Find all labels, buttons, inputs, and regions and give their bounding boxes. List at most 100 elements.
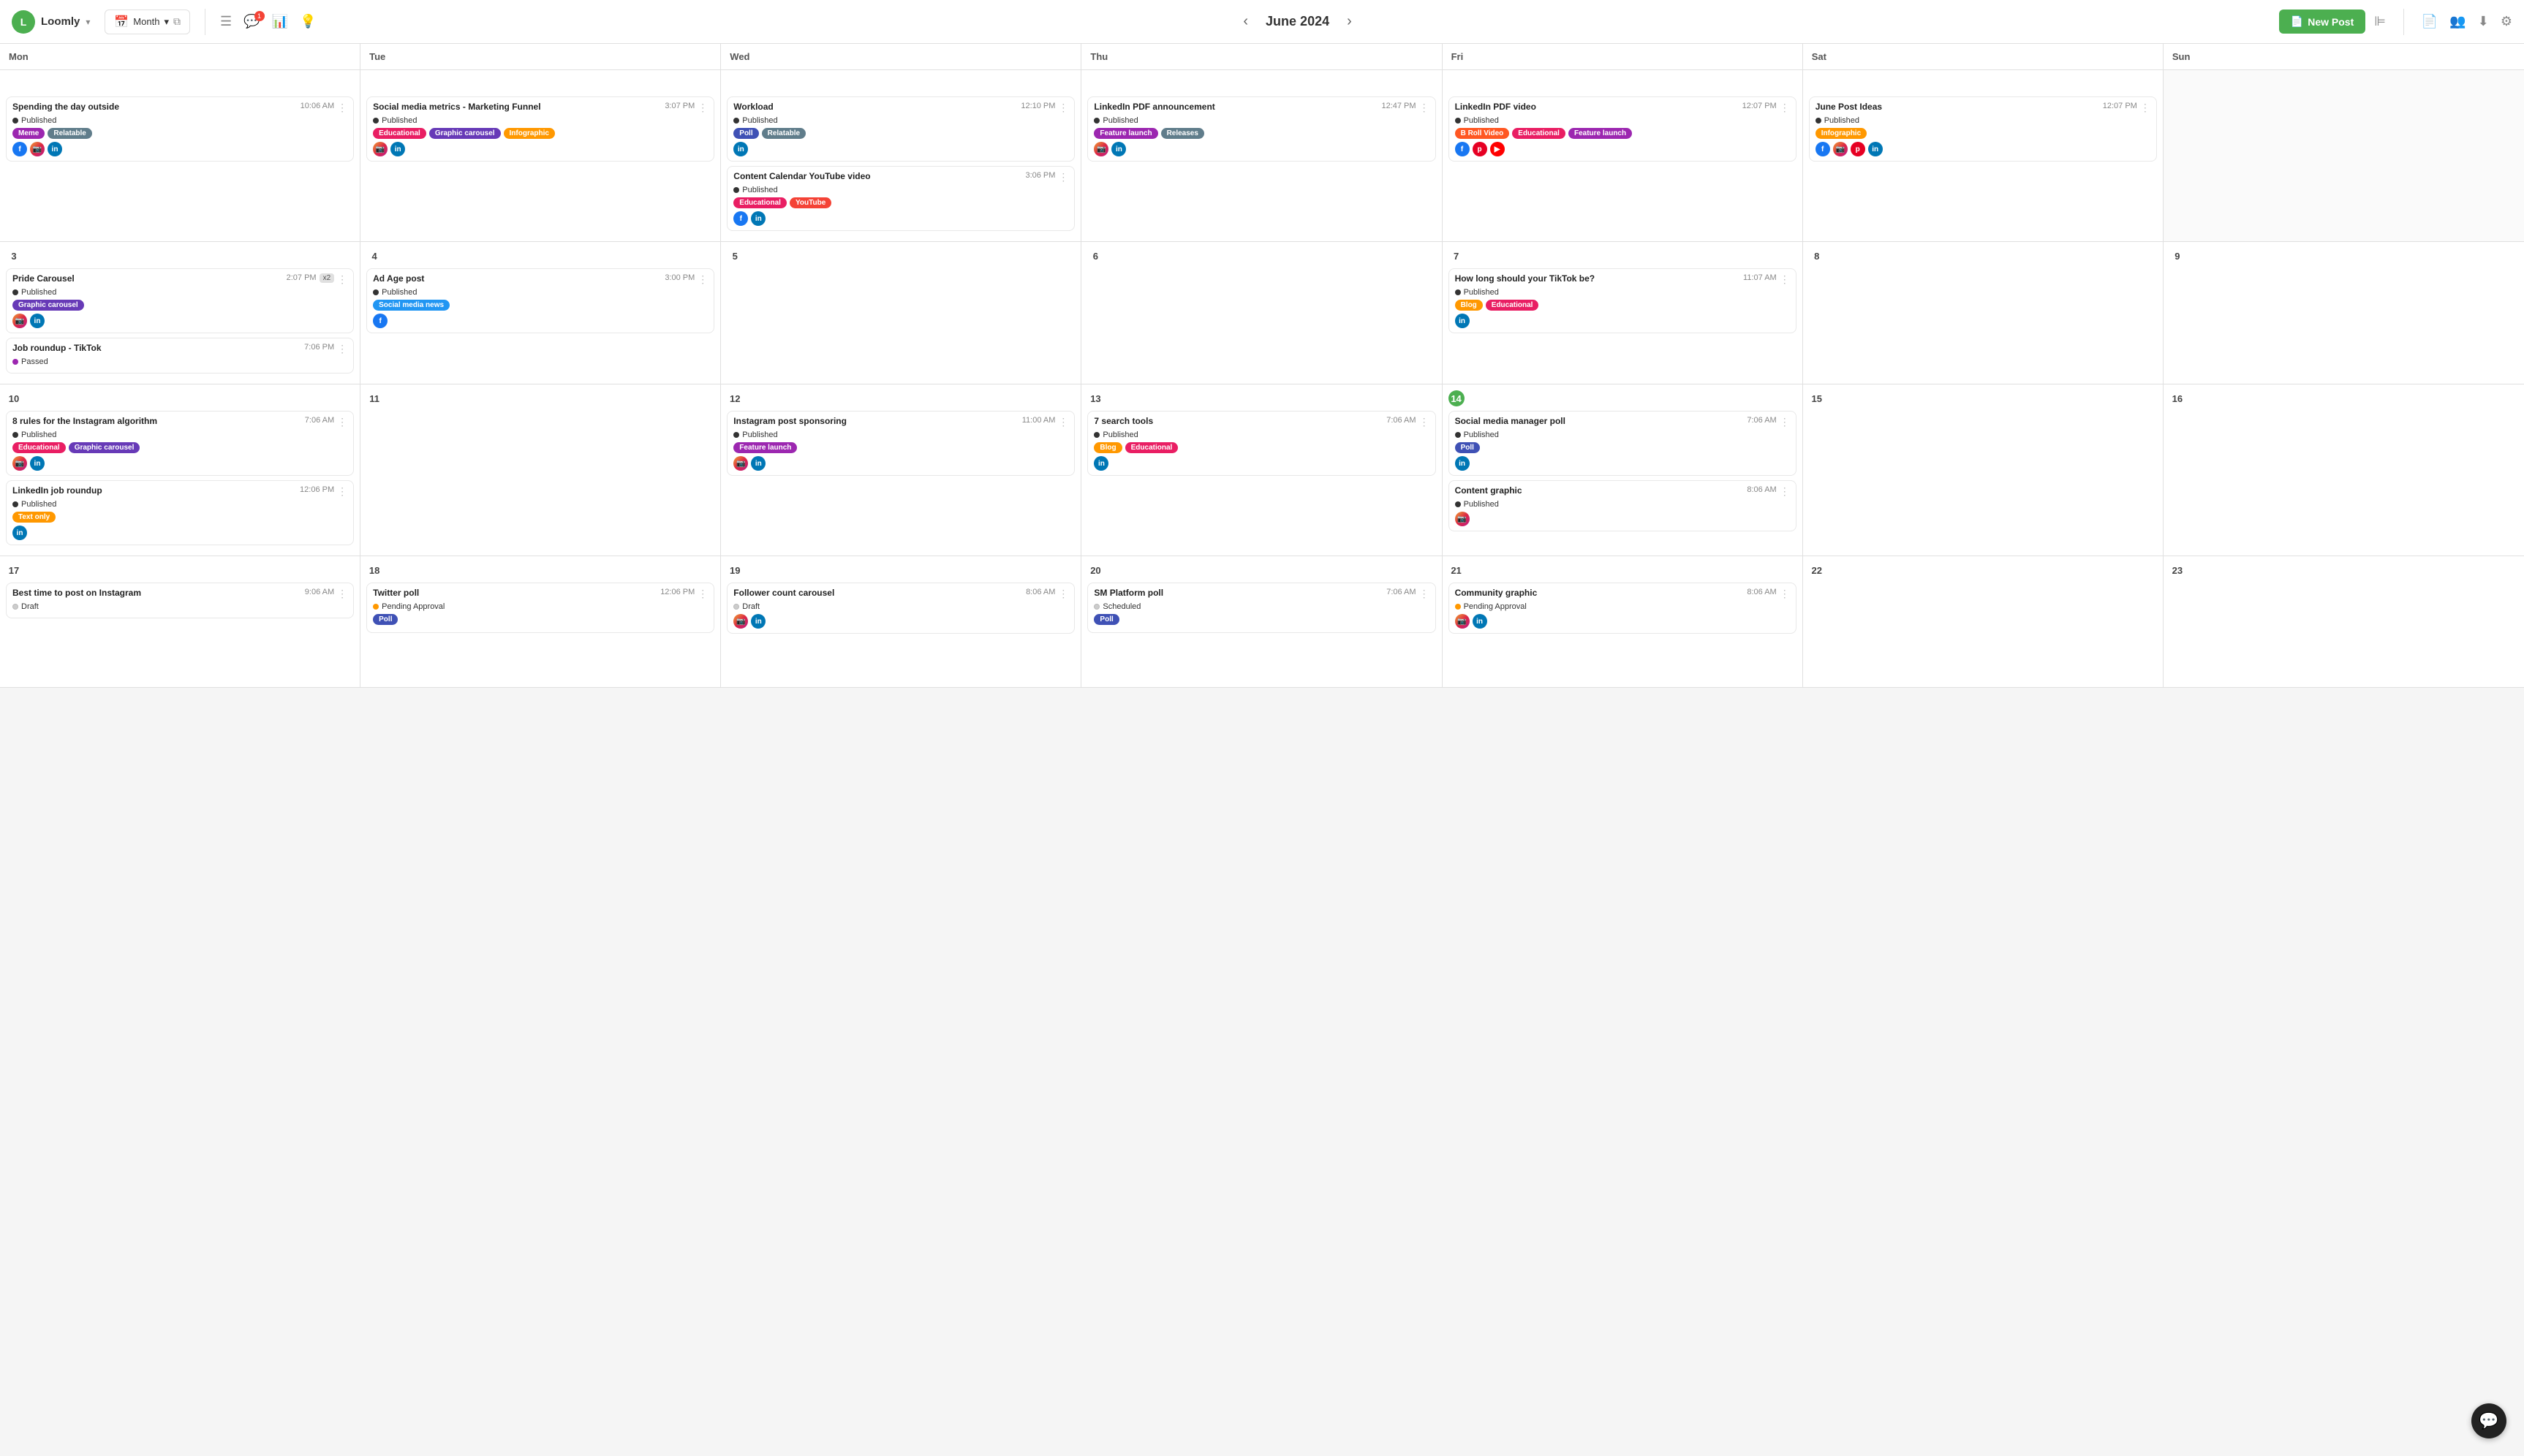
- calendar-grid: Spending the day outside 10:06 AM ⋮ Publ…: [0, 70, 2524, 688]
- post-card[interactable]: Ad Age post 3:00 PM ⋮ Published Social m…: [366, 268, 714, 333]
- post-socials: in: [1455, 314, 1790, 328]
- month-view-button[interactable]: 📅 Month ▾ ⧉: [105, 10, 190, 34]
- status-dot: [12, 604, 18, 610]
- post-status-label: Published: [1464, 431, 1499, 439]
- post-tag: Educational: [373, 128, 426, 139]
- post-menu-button[interactable]: ⋮: [1419, 416, 1429, 428]
- post-tag: Infographic: [504, 128, 555, 139]
- post-menu-button[interactable]: ⋮: [1780, 102, 1790, 114]
- post-card[interactable]: 8 rules for the Instagram algorithm 7:06…: [6, 411, 354, 476]
- post-menu-button[interactable]: ⋮: [1780, 485, 1790, 498]
- status-dot: [12, 501, 18, 507]
- post-tag: Meme: [12, 128, 45, 139]
- post-menu-button[interactable]: ⋮: [337, 102, 347, 114]
- post-card[interactable]: Spending the day outside 10:06 AM ⋮ Publ…: [6, 96, 354, 162]
- ig-social-icon: 📷: [733, 614, 748, 629]
- post-menu-button[interactable]: ⋮: [698, 588, 708, 600]
- post-card-header: Instagram post sponsoring 11:00 AM ⋮: [733, 416, 1068, 428]
- post-card[interactable]: June Post Ideas 12:07 PM ⋮ Published Inf…: [1809, 96, 2157, 162]
- post-status: Published: [373, 288, 708, 297]
- post-tag: Text only: [12, 512, 56, 523]
- post-status-label: Published: [1103, 431, 1138, 439]
- post-title: Job roundup - TikTok: [12, 343, 301, 354]
- post-menu-button[interactable]: ⋮: [1780, 588, 1790, 600]
- post-card[interactable]: Best time to post on Instagram 9:06 AM ⋮…: [6, 583, 354, 618]
- post-title: Content Calendar YouTube video: [733, 171, 1022, 183]
- post-menu-button[interactable]: ⋮: [337, 343, 347, 355]
- post-menu-button[interactable]: ⋮: [1419, 588, 1429, 600]
- list-view-icon[interactable]: ☰: [220, 14, 232, 29]
- post-card[interactable]: Social media manager poll 7:06 AM ⋮ Publ…: [1448, 411, 1796, 476]
- post-status: Published: [1455, 500, 1790, 509]
- people-icon[interactable]: 👥: [2449, 14, 2466, 29]
- post-tag: YouTube: [790, 197, 831, 208]
- post-time: 7:06 AM: [1386, 416, 1416, 425]
- next-month-button[interactable]: ›: [1341, 10, 1358, 33]
- post-menu-button[interactable]: ⋮: [337, 485, 347, 498]
- new-post-button[interactable]: 📄 New Post: [2279, 10, 2365, 34]
- post-card[interactable]: Pride Carousel 2:07 PMx2 ⋮ Published Gra…: [6, 268, 354, 333]
- chat-support-button[interactable]: 💬: [2471, 1403, 2506, 1438]
- post-card[interactable]: Community graphic 8:06 AM ⋮ Pending Appr…: [1448, 583, 1796, 634]
- post-menu-button[interactable]: ⋮: [337, 416, 347, 428]
- post-status-label: Published: [382, 288, 417, 297]
- post-card[interactable]: Content graphic 8:06 AM ⋮ Published 📷: [1448, 480, 1796, 531]
- post-card[interactable]: LinkedIn job roundup 12:06 PM ⋮ Publishe…: [6, 480, 354, 545]
- post-card-header: Pride Carousel 2:07 PMx2 ⋮: [12, 273, 347, 286]
- logo-area[interactable]: L Loomly ▾: [12, 10, 90, 34]
- post-card[interactable]: Workload 12:10 PM ⋮ Published PollRelata…: [727, 96, 1075, 162]
- post-status: Published: [1815, 116, 2150, 125]
- post-card[interactable]: How long should your TikTok be? 11:07 AM…: [1448, 268, 1796, 333]
- post-menu-button[interactable]: ⋮: [1780, 273, 1790, 286]
- post-socials: 📷in: [1094, 142, 1429, 156]
- li-social-icon: in: [751, 456, 766, 471]
- post-card[interactable]: LinkedIn PDF video 12:07 PM ⋮ Published …: [1448, 96, 1796, 162]
- calendar-icon: 📅: [114, 15, 129, 29]
- month-label: Month: [133, 16, 159, 27]
- chat-view-icon[interactable]: 💬1: [243, 14, 260, 29]
- chart-view-icon[interactable]: 📊: [272, 14, 288, 29]
- post-time: 11:07 AM: [1743, 273, 1777, 282]
- post-menu-button[interactable]: ⋮: [1058, 102, 1068, 114]
- post-card[interactable]: SM Platform poll 7:06 AM ⋮ Scheduled Pol…: [1087, 583, 1435, 633]
- prev-month-button[interactable]: ‹: [1237, 10, 1254, 33]
- post-title: Social media manager poll: [1455, 416, 1745, 428]
- doc-icon[interactable]: 📄: [2422, 14, 2438, 29]
- bulb-icon[interactable]: 💡: [300, 14, 316, 29]
- post-menu-button[interactable]: ⋮: [1058, 416, 1068, 428]
- post-menu-button[interactable]: ⋮: [337, 273, 347, 286]
- post-card[interactable]: Follower count carousel 8:06 AM ⋮ Draft …: [727, 583, 1075, 634]
- fb-social-icon: f: [12, 142, 27, 156]
- calendar-cell: June Post Ideas 12:07 PM ⋮ Published Inf…: [1803, 70, 2164, 242]
- download-icon[interactable]: ⬇: [2478, 14, 2489, 29]
- post-card[interactable]: Twitter poll 12:06 PM ⋮ Pending Approval…: [366, 583, 714, 633]
- yt-social-icon: ▶: [1490, 142, 1505, 156]
- post-card[interactable]: Social media metrics - Marketing Funnel …: [366, 96, 714, 162]
- li-social-icon: in: [30, 314, 45, 328]
- post-menu-button[interactable]: ⋮: [1419, 102, 1429, 114]
- post-menu-button[interactable]: ⋮: [1058, 171, 1068, 183]
- calendar-cell: 16: [2164, 384, 2524, 556]
- settings-icon[interactable]: ⚙: [2501, 14, 2512, 29]
- post-card[interactable]: Content Calendar YouTube video 3:06 PM ⋮…: [727, 166, 1075, 231]
- post-menu-button[interactable]: ⋮: [1058, 588, 1068, 600]
- post-card[interactable]: 7 search tools 7:06 AM ⋮ Published BlogE…: [1087, 411, 1435, 476]
- post-socials: 📷in: [733, 456, 1068, 471]
- calendar-cell: 3 Pride Carousel 2:07 PMx2 ⋮ Published G…: [0, 242, 360, 384]
- status-dot: [373, 289, 379, 295]
- post-menu-button[interactable]: ⋮: [1780, 416, 1790, 428]
- post-card[interactable]: LinkedIn PDF announcement 12:47 PM ⋮ Pub…: [1087, 96, 1435, 162]
- post-socials: in: [12, 526, 347, 540]
- post-menu-button[interactable]: ⋮: [337, 588, 347, 600]
- filter-icon[interactable]: ⊫: [2374, 14, 2386, 29]
- post-tags: BlogEducational: [1094, 442, 1429, 453]
- post-menu-button[interactable]: ⋮: [698, 102, 708, 114]
- post-card[interactable]: Instagram post sponsoring 11:00 AM ⋮ Pub…: [727, 411, 1075, 476]
- post-menu-button[interactable]: ⋮: [2140, 102, 2150, 114]
- day-header-thu: Thu: [1081, 44, 1442, 69]
- post-status-label: Published: [21, 500, 56, 509]
- post-card-header: June Post Ideas 12:07 PM ⋮: [1815, 102, 2150, 114]
- post-card[interactable]: Job roundup - TikTok 7:06 PM ⋮ Passed: [6, 338, 354, 374]
- fb-social-icon: f: [733, 211, 748, 226]
- post-menu-button[interactable]: ⋮: [698, 273, 708, 286]
